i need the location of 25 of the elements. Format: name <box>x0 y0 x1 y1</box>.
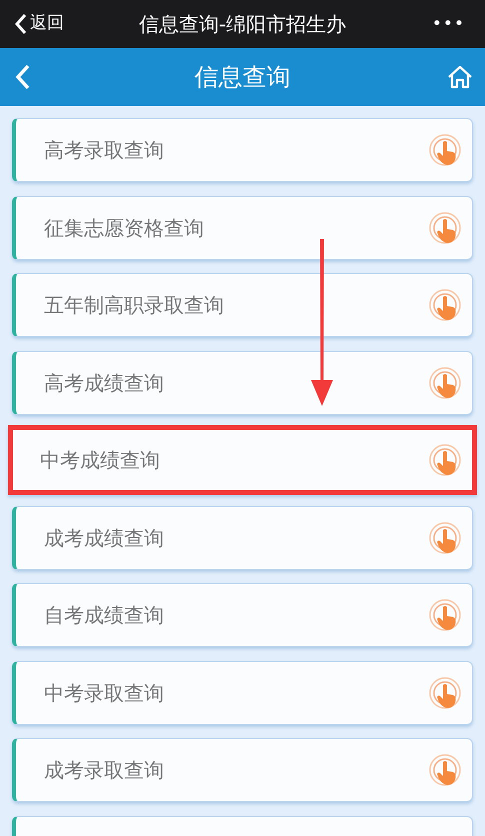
tap-hand-icon <box>428 210 462 244</box>
query-item[interactable]: 中考录取查询 <box>12 660 473 724</box>
tap-hand-icon <box>428 753 462 787</box>
query-item[interactable]: 高考成绩查询 <box>12 350 473 414</box>
page-title: 信息查询 <box>194 62 292 93</box>
tap-hand-icon <box>428 443 462 477</box>
tap-hand-icon <box>428 520 462 554</box>
tap-hand-icon <box>428 133 462 167</box>
back-button[interactable]: 返回 <box>0 0 64 48</box>
tap-hand-icon <box>428 598 462 632</box>
query-item[interactable]: 五年制高职录取查询 <box>12 273 473 337</box>
window-title: 信息查询-绵阳市招生办 <box>138 12 346 36</box>
query-item[interactable]: 中考成绩查询 <box>8 425 477 495</box>
query-item[interactable]: 自考成绩查询 <box>12 583 473 647</box>
query-item[interactable]: 成考成绩查询 <box>12 506 473 570</box>
more-button[interactable]: ••• <box>426 0 471 48</box>
query-item[interactable]: 高考录取查询 <box>12 118 473 182</box>
tap-hand-icon <box>428 366 462 400</box>
home-icon[interactable] <box>447 65 473 89</box>
back-icon[interactable] <box>14 64 32 90</box>
back-chevron-icon <box>14 13 28 35</box>
tap-hand-icon <box>428 676 462 710</box>
query-item[interactable]: 成考录取查询 <box>12 738 473 802</box>
tap-hand-icon <box>428 288 462 322</box>
query-item[interactable]: 征集志愿资格查询 <box>12 196 473 260</box>
